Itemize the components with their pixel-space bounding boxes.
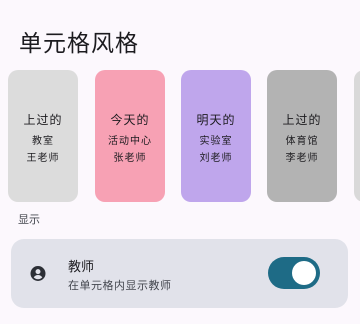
card-teacher: 王老师 <box>26 153 60 164</box>
account-circle-icon <box>30 266 46 281</box>
setting-subtitle: 在单元格内显示教师 <box>68 279 172 292</box>
show-teacher-toggle[interactable] <box>268 257 320 289</box>
card-status: 明天的 <box>196 113 236 127</box>
setting-title: 教师 <box>68 260 95 275</box>
card-status: 上过的 <box>23 113 63 127</box>
show-teacher-setting[interactable]: 教师 在单元格内显示教师 <box>11 239 348 308</box>
card-location: 体育馆 <box>285 136 319 147</box>
cell-style-card-today-activity[interactable]: 今天的 活动中心 张老师 <box>95 70 165 202</box>
page-title: 单元格风格 <box>19 31 139 57</box>
card-teacher: 刘老师 <box>199 153 233 164</box>
cell-style-cards[interactable]: 上过的 教室 王老师 今天的 活动中心 张老师 明天的 实验室 刘老师 上过的 … <box>0 70 360 202</box>
card-status: 今天的 <box>110 113 150 127</box>
section-label-display: 显示 <box>18 213 40 226</box>
cell-style-card-partial[interactable] <box>354 70 360 202</box>
card-status: 上过的 <box>282 113 322 127</box>
card-teacher: 李老师 <box>285 153 319 164</box>
card-teacher: 张老师 <box>113 153 147 164</box>
cell-style-card-past-gym[interactable]: 上过的 体育馆 李老师 <box>267 70 337 202</box>
card-location: 教室 <box>32 136 54 147</box>
cell-style-card-past-classroom[interactable]: 上过的 教室 王老师 <box>8 70 78 202</box>
card-location: 实验室 <box>199 136 233 147</box>
cell-style-card-tomorrow-lab[interactable]: 明天的 实验室 刘老师 <box>181 70 251 202</box>
toggle-knob <box>292 261 316 285</box>
card-location: 活动中心 <box>108 136 152 147</box>
